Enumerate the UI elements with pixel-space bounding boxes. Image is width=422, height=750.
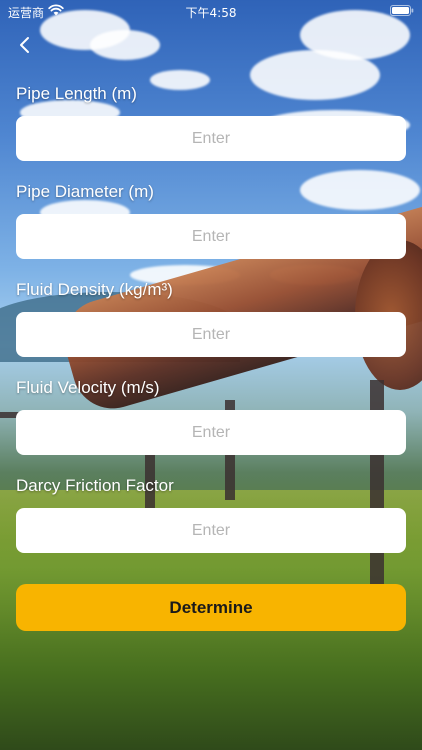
status-bar: 运营商 下午4:58 <box>0 0 422 24</box>
input-form: Pipe Length (m) Pipe Diameter (m) Fluid … <box>16 82 406 572</box>
field-pipe-diameter: Pipe Diameter (m) <box>16 180 406 259</box>
darcy-friction-input[interactable] <box>16 508 406 553</box>
fluid-density-input[interactable] <box>16 312 406 357</box>
back-icon[interactable] <box>14 34 36 56</box>
determine-button[interactable]: Determine <box>16 584 406 631</box>
field-fluid-velocity: Fluid Velocity (m/s) <box>16 376 406 455</box>
clock: 下午4:58 <box>185 6 237 20</box>
pipe-diameter-input[interactable] <box>16 214 406 259</box>
calculator-screen: 运营商 下午4:58 Pipe Length (m) Pipe Diameter… <box>0 0 422 750</box>
pipe-length-input[interactable] <box>16 116 406 161</box>
pipe-diameter-label: Pipe Diameter (m) <box>16 182 154 201</box>
fluid-density-label: Fluid Density (kg/m³) <box>16 280 173 299</box>
field-fluid-density: Fluid Density (kg/m³) <box>16 278 406 357</box>
battery-icon <box>390 5 414 16</box>
field-darcy-friction: Darcy Friction Factor <box>16 474 406 553</box>
field-pipe-length: Pipe Length (m) <box>16 82 406 161</box>
fluid-velocity-label: Fluid Velocity (m/s) <box>16 378 160 397</box>
darcy-friction-label: Darcy Friction Factor <box>16 476 174 495</box>
pipe-length-label: Pipe Length (m) <box>16 84 137 103</box>
fluid-velocity-input[interactable] <box>16 410 406 455</box>
